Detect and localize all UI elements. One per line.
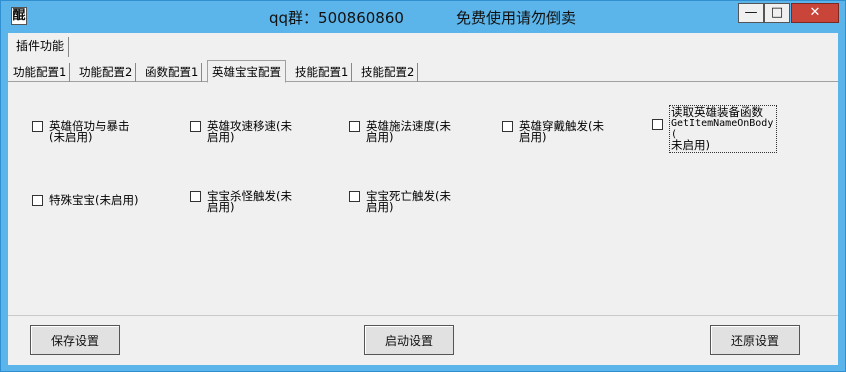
checkbox-hero-damage-crit[interactable]: 英雄倍功与暴击(未启用) — [32, 119, 144, 144]
tab-function-config-1[interactable]: 功能配置1 — [10, 63, 71, 82]
maximize-button[interactable]: □ — [764, 3, 790, 23]
checkbox-read-hero-equip-function[interactable]: 读取英雄装备函数 GetItemNameOnBody( 未启用) — [652, 105, 777, 153]
checkbox-label: 宝宝死亡触发(未启用) — [366, 189, 451, 214]
tab-hero-baby-config[interactable]: 英雄宝宝配置 — [207, 60, 286, 83]
tab-skill-config-2[interactable]: 技能配置2 — [358, 63, 419, 82]
save-settings-button[interactable]: 保存设置 — [30, 325, 120, 355]
app-window: 醌 qq群：500860860 免费使用请勿倒卖 — □ ✕ 插件功能 功能配置… — [0, 0, 846, 372]
config-tab-strip: 功能配置1 功能配置2 函数配置1 英雄宝宝配置 技能配置1 技能配置2 — [8, 60, 838, 83]
title-bar[interactable]: 醌 qq群：500860860 免费使用请勿倒卖 — □ ✕ — [1, 1, 845, 32]
checkbox-baby-kill-trigger[interactable]: 宝宝杀怪触发(未启用) — [190, 189, 302, 214]
checkbox-label: 英雄倍功与暴击(未启用) — [49, 119, 130, 144]
label-line: GetItemNameOnBody( — [671, 118, 774, 140]
checkbox-box[interactable] — [502, 121, 513, 132]
checkbox-hero-cast-speed[interactable]: 英雄施法速度(未启用) — [349, 119, 461, 144]
window-title-qq-group: qq群：500860860 — [269, 9, 404, 27]
label-line: 未启用) — [671, 138, 710, 152]
bottom-button-bar: 保存设置 启动设置 还原设置 — [8, 315, 838, 365]
checkbox-hero-equip-trigger[interactable]: 英雄穿戴触发(未启用) — [502, 119, 614, 144]
window-title-note: 免费使用请勿倒卖 — [456, 9, 577, 27]
checkbox-box[interactable] — [652, 119, 663, 130]
checkbox-special-baby[interactable]: 特殊宝宝(未启用) — [32, 193, 169, 207]
start-settings-button[interactable]: 启动设置 — [364, 325, 454, 355]
client-area: 插件功能 功能配置1 功能配置2 函数配置1 英雄宝宝配置 技能配置1 技能配置… — [8, 33, 838, 365]
tab-function-config-2[interactable]: 功能配置2 — [76, 63, 137, 82]
checkbox-label: 英雄穿戴触发(未启用) — [519, 119, 604, 144]
minimize-button[interactable]: — — [738, 3, 764, 23]
checkbox-box[interactable] — [32, 195, 43, 206]
tab-plugin-functions[interactable]: 插件功能 — [12, 37, 70, 57]
tab-skill-config-1[interactable]: 技能配置1 — [292, 63, 353, 82]
checkbox-box[interactable] — [190, 191, 201, 202]
app-icon: 醌 — [11, 7, 27, 25]
checkbox-box[interactable] — [190, 121, 201, 132]
close-button[interactable]: ✕ — [791, 3, 839, 23]
restore-settings-button[interactable]: 还原设置 — [710, 325, 800, 355]
checkbox-baby-death-trigger[interactable]: 宝宝死亡触发(未启用) — [349, 189, 461, 214]
checkbox-hero-attack-move-speed[interactable]: 英雄攻速移速(未启用) — [190, 119, 302, 144]
checkbox-label: 读取英雄装备函数 GetItemNameOnBody( 未启用) — [669, 105, 777, 153]
checkbox-box[interactable] — [32, 121, 43, 132]
checkbox-label: 英雄攻速移速(未启用) — [207, 119, 292, 144]
tab-func-config-1[interactable]: 函数配置1 — [142, 63, 203, 82]
checkbox-label: 特殊宝宝(未启用) — [49, 193, 139, 207]
label-line: 读取英雄装备函数 — [671, 105, 763, 119]
hero-baby-config-panel: 英雄倍功与暴击(未启用) 英雄攻速移速(未启用) 英雄施法速度(未启用) 英雄穿… — [8, 83, 838, 311]
checkbox-box[interactable] — [349, 191, 360, 202]
checkbox-label: 宝宝杀怪触发(未启用) — [207, 189, 292, 214]
checkbox-box[interactable] — [349, 121, 360, 132]
checkbox-label: 英雄施法速度(未启用) — [366, 119, 451, 144]
